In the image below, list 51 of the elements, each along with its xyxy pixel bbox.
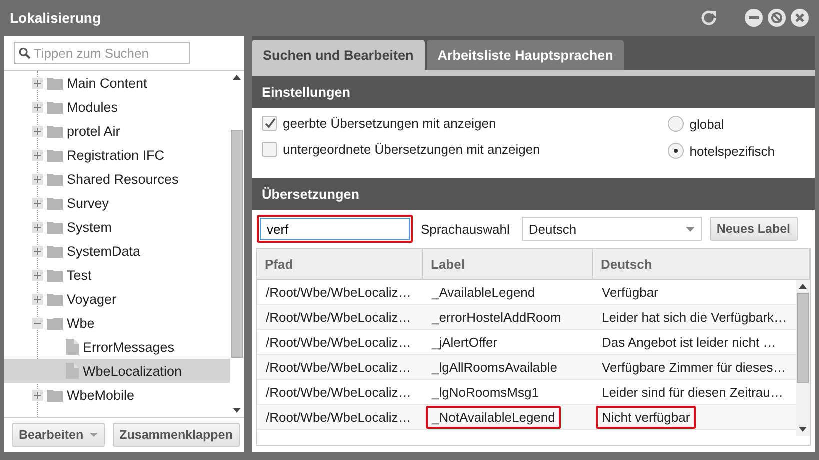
language-select[interactable]: Deutsch <box>522 217 702 241</box>
tree-item[interactable]: System <box>4 215 230 239</box>
tree-item[interactable]: SystemData <box>4 239 230 263</box>
tab[interactable]: Arbeitsliste Hauptsprachen <box>426 40 624 70</box>
radio-label: hotelspezifisch <box>690 144 775 158</box>
search-field[interactable]: Tippen zum Suchen <box>14 42 190 64</box>
radio-label: global <box>690 116 724 132</box>
tree-item[interactable]: Test <box>4 263 230 287</box>
table-cell-text: Verfügbar <box>601 284 660 302</box>
table-cell-text: /Root/Wbe/WbeLocaliz… <box>265 408 412 426</box>
tree-item[interactable]: Shared Resources <box>4 167 230 191</box>
filter-field[interactable]: verf <box>260 218 410 240</box>
section-header: Einstellungen <box>252 70 815 108</box>
column-header[interactable]: Pfad <box>257 249 423 279</box>
tree-item[interactable]: protel Air <box>4 119 230 143</box>
table-cell-text: /Root/Wbe/WbeLocaliz… <box>265 284 412 302</box>
table-cell-text: Leider sind für diesen Zeitrau… <box>601 384 784 402</box>
tree-item[interactable]: WbeMobile <box>4 383 230 407</box>
tree-item[interactable]: Main Content <box>4 71 230 95</box>
table-cell-text: _errorHostelAddRoom <box>430 308 562 327</box>
table-cell-text: _lgNoRoomsMsg1 <box>430 384 540 402</box>
table-cell-text: /Root/Wbe/WbeLocaliz… <box>265 384 412 402</box>
new-label-button[interactable]: Neues Label <box>710 217 798 241</box>
table-cell-text: Leider hat sich die Verfügbark… <box>601 308 788 327</box>
table-cell-text: Verfügbare Zimmer für dieses… <box>601 358 788 377</box>
table-cell: Nicht verfügbar <box>596 406 696 428</box>
tree-item[interactable]: WbeLocalization <box>4 359 230 383</box>
table-cell: _NotAvailableLegend <box>426 406 562 428</box>
section-header: Übersetzungen <box>252 178 815 210</box>
menu-button[interactable]: Bearbeiten <box>12 423 105 447</box>
tree-item[interactable]: ErrorMessages <box>4 335 230 359</box>
column-header[interactable]: Deutsch <box>593 249 810 279</box>
checkbox-label: untergeordnete Übersetzungen mit anzeigen <box>283 142 540 157</box>
collapse-button[interactable]: Zusammenklappen <box>112 423 240 447</box>
table-cell-text: _AvailableLegend <box>430 284 536 302</box>
table-cell-text: _jAlertOffer <box>430 334 499 352</box>
column-header[interactable]: Label <box>423 249 593 279</box>
tree-item[interactable]: Survey <box>4 191 230 215</box>
checkbox-label: geerbte Übersetzungen mit anzeigen <box>283 116 496 131</box>
tree-item[interactable]: Voyager <box>4 287 230 311</box>
table-cell-text: /Root/Wbe/WbeLocaliz… <box>265 334 412 352</box>
language-label: Sprachauswahl <box>421 222 510 236</box>
tab[interactable]: Suchen und Bearbeiten <box>252 40 425 70</box>
table-cell-text: /Root/Wbe/WbeLocaliz… <box>265 308 412 326</box>
table-cell-text: _lgAllRoomsAvailable <box>430 358 558 377</box>
table-cell-text: Das Angebot ist leider nicht … <box>601 334 778 352</box>
tree-item[interactable]: Registration IFC <box>4 143 230 167</box>
table-cell-text: /Root/Wbe/WbeLocaliz… <box>265 358 412 376</box>
tree-item[interactable]: Wbe <box>4 311 230 335</box>
window-title: Lokalisierung <box>10 10 102 26</box>
tree-item[interactable]: Modules <box>4 95 230 119</box>
